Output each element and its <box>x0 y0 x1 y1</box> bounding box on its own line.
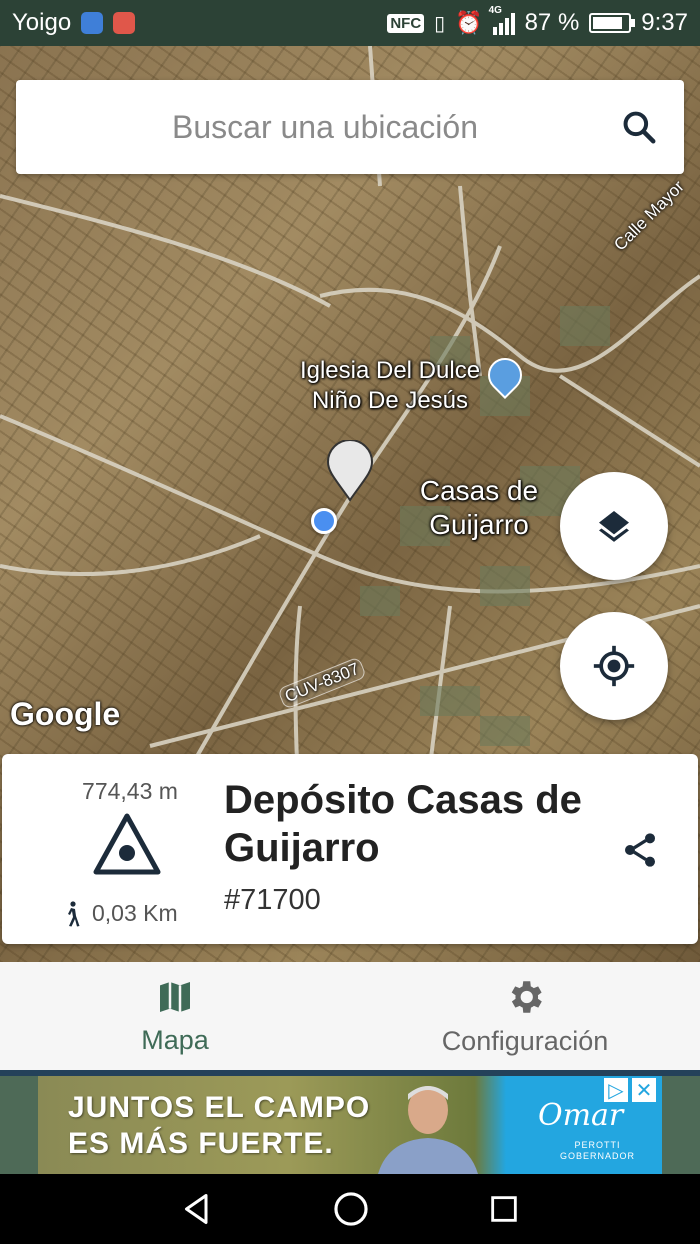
share-button[interactable] <box>616 826 664 874</box>
nav-label-settings: Configuración <box>441 1025 609 1056</box>
place-info-card[interactable]: 774,43 m 0,03 Km Depósito Casas de Guija… <box>2 754 698 944</box>
alarm-icon: ⏰ <box>455 10 483 35</box>
battery-percent: 87 % <box>524 9 580 36</box>
nav-item-settings[interactable]: Configuración <box>350 962 700 1070</box>
system-nav-bar <box>0 1174 700 1244</box>
battery-icon <box>589 13 636 33</box>
layers-button[interactable] <box>560 472 668 580</box>
maps-notification-icon <box>81 12 104 34</box>
ad-close-icon[interactable]: ✕ <box>632 1078 656 1102</box>
vibrate-icon: ▯ <box>434 12 446 35</box>
ad-brand: Omar <box>538 1098 624 1133</box>
ad-brand-sub: PEROTTI GOBERNADOR <box>560 1140 636 1161</box>
ad-controls: ▷ ✕ <box>604 1078 656 1102</box>
my-location-dot <box>311 508 337 534</box>
mail-notification-icon <box>113 12 136 34</box>
ad-headline: JUNTOS EL CAMPO ES MÁS FUERTE. <box>68 1090 370 1162</box>
nav-label-map: Mapa <box>141 1024 209 1055</box>
ad-area: JUNTOS EL CAMPO ES MÁS FUERTE. Omar PERO… <box>0 1076 700 1174</box>
ad-person-image <box>378 1086 478 1174</box>
layers-icon <box>599 511 629 542</box>
share-icon <box>625 833 655 867</box>
ad-banner[interactable]: JUNTOS EL CAMPO ES MÁS FUERTE. Omar PERO… <box>38 1076 662 1174</box>
triangle-marker-icon <box>93 813 161 875</box>
carrier-label: Yoigo <box>12 9 72 36</box>
selected-marker-icon[interactable] <box>326 440 374 502</box>
place-id: #71700 <box>224 884 321 916</box>
recents-icon[interactable] <box>487 1192 521 1226</box>
google-attribution: Google <box>10 696 121 732</box>
my-location-icon <box>593 645 635 687</box>
walk-icon <box>68 900 80 926</box>
bottom-navigation: Mapa Configuración <box>0 962 700 1070</box>
walking-distance: 0,03 Km <box>62 900 178 927</box>
ad-headline-line1: JUNTOS EL CAMPO <box>68 1091 371 1124</box>
nav-item-map[interactable]: Mapa <box>0 962 350 1070</box>
clock: 9:37 <box>641 9 688 36</box>
search-icon <box>623 111 656 144</box>
back-icon[interactable] <box>179 1191 215 1227</box>
gear-icon <box>511 980 542 1013</box>
home-icon[interactable] <box>332 1190 370 1228</box>
place-name: Depósito Casas de Guijarro <box>224 778 582 870</box>
signal-icon: 4G <box>489 5 515 35</box>
elevation-value: 774,43 m <box>82 778 178 804</box>
status-bar: Yoigo NFC ▯ ⏰ 4G 87 % 9:37 <box>0 0 700 46</box>
search-bar <box>16 80 684 174</box>
church-label[interactable]: Iglesia Del Dulce Niño De Jesús <box>290 356 490 416</box>
town-label: Casas de Guijarro <box>419 475 539 540</box>
map-icon <box>160 981 190 1012</box>
search-button[interactable] <box>594 80 684 174</box>
adchoices-icon[interactable]: ▷ <box>604 1078 628 1102</box>
search-input[interactable] <box>16 80 594 174</box>
my-location-button[interactable] <box>560 612 668 720</box>
distance-value: 0,03 Km <box>92 900 178 926</box>
nfc-icon: NFC <box>387 13 425 33</box>
ad-headline-line2: ES MÁS FUERTE. <box>68 1127 334 1160</box>
